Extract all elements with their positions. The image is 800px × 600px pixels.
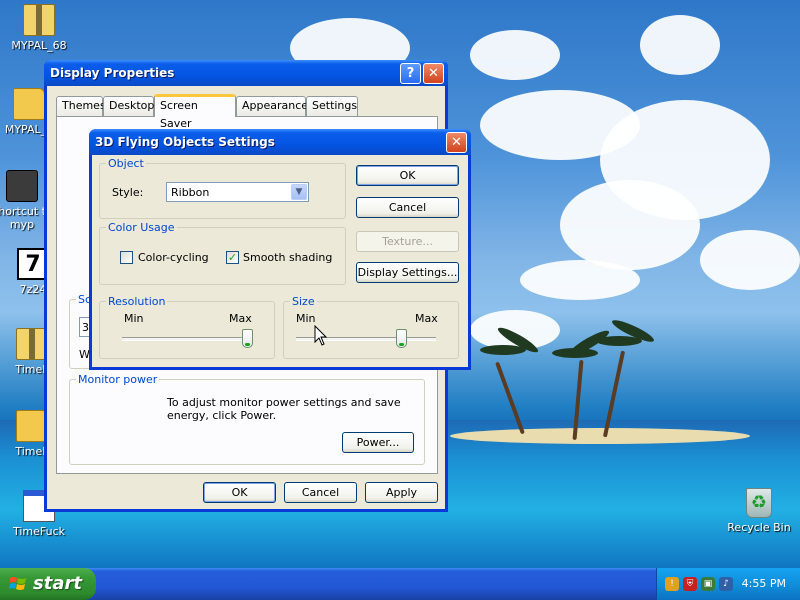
security-alert-icon[interactable]: !	[665, 577, 679, 591]
chevron-down-icon[interactable]: ▼	[291, 184, 307, 200]
desktop-icon-label: MYPAL_68	[11, 39, 67, 52]
cancel-button[interactable]: Cancel	[356, 197, 459, 218]
ok-button[interactable]: OK	[203, 482, 276, 503]
tab-desktop[interactable]: Desktop	[103, 96, 154, 116]
close-button[interactable]: ✕	[423, 62, 444, 84]
apply-button[interactable]: Apply	[365, 482, 438, 503]
size-max-label: Max	[415, 312, 438, 325]
volume-icon[interactable]: ♪	[719, 577, 733, 591]
cloud	[560, 180, 700, 270]
shortcut-icon	[6, 170, 38, 202]
monitor-power-text: To adjust monitor power settings and sav…	[167, 396, 401, 422]
power-button[interactable]: Power...	[342, 432, 414, 453]
dialog-client: Object Style: Ribbon ▼ Color Usage Color…	[92, 155, 468, 367]
title-bar[interactable]: Display Properties ? ✕	[44, 60, 448, 86]
display-settings-button[interactable]: Display Settings...	[356, 262, 459, 283]
object-legend: Object	[106, 157, 146, 170]
monitor-power-group: Monitor power To adjust monitor power se…	[69, 373, 425, 465]
mouse-cursor-icon	[314, 325, 328, 346]
color-usage-group: Color Usage Color-cycling ✓ Smooth shadi…	[99, 221, 346, 285]
tab-themes[interactable]: Themes	[56, 96, 106, 116]
resolution-group: Resolution Min Max	[99, 295, 275, 359]
cloud	[520, 260, 640, 300]
network-icon[interactable]: ▣	[701, 577, 715, 591]
desktop-icon-label: Recycle Bin	[727, 521, 791, 534]
shield-icon[interactable]: ⛨	[683, 577, 697, 591]
cloud	[470, 30, 560, 80]
size-min-label: Min	[296, 312, 316, 325]
help-button[interactable]: ?	[400, 62, 421, 84]
start-button[interactable]: start	[0, 568, 96, 600]
desktop-icon-label: TimeFuck	[12, 525, 66, 538]
dialog-title: 3D Flying Objects Settings	[95, 135, 275, 149]
resolution-min-label: Min	[124, 312, 144, 325]
resolution-max-label: Max	[229, 312, 252, 325]
tab-appearance[interactable]: Appearance	[236, 96, 308, 116]
tab-settings[interactable]: Settings	[306, 96, 358, 116]
cloud	[700, 230, 800, 290]
desktop-icon-label: 7z24	[19, 283, 47, 296]
desktop-icon[interactable]: MYPAL_68	[0, 4, 84, 52]
smooth-shading-checkbox[interactable]: ✓	[226, 251, 239, 264]
texture-button: Texture...	[356, 231, 459, 252]
ok-button[interactable]: OK	[356, 165, 459, 186]
cancel-button[interactable]: Cancel	[284, 482, 357, 503]
window-title: Display Properties	[50, 66, 175, 80]
desktop-icon[interactable]: ♻ Recycle Bin	[714, 488, 800, 534]
system-tray: ! ⛨ ▣ ♪ 4:55 PM	[656, 568, 800, 600]
object-group: Object Style: Ribbon ▼	[99, 157, 346, 219]
flying-objects-dialog: 3D Flying Objects Settings ✕ Object Styl…	[89, 129, 471, 370]
recycle-bin-icon: ♻	[746, 488, 772, 518]
monitor-power-legend: Monitor power	[76, 373, 160, 386]
resolution-slider[interactable]	[242, 329, 253, 348]
close-button[interactable]: ✕	[446, 131, 467, 153]
size-group: Size Min Max	[283, 295, 459, 359]
color-cycling-checkbox[interactable]	[120, 251, 133, 264]
color-cycling-label: Color-cycling	[138, 251, 209, 264]
resolution-track	[122, 337, 250, 341]
style-value: Ribbon	[171, 186, 210, 199]
dialog-title-bar[interactable]: 3D Flying Objects Settings ✕	[89, 129, 471, 155]
style-label: Style:	[112, 186, 144, 199]
folder-icon	[13, 88, 45, 120]
windows-flag-icon	[9, 577, 26, 590]
style-combobox[interactable]: Ribbon ▼	[166, 182, 309, 202]
start-label: start	[33, 573, 82, 594]
clock: 4:55 PM	[741, 577, 786, 590]
island	[450, 428, 750, 444]
tab-screen-saver[interactable]: Screen Saver	[154, 94, 236, 130]
cloud	[640, 15, 720, 75]
size-legend: Size	[290, 295, 317, 308]
resolution-legend: Resolution	[106, 295, 168, 308]
color-usage-legend: Color Usage	[106, 221, 177, 234]
smooth-shading-label: Smooth shading	[243, 251, 333, 264]
taskbar: start ! ⛨ ▣ ♪ 4:55 PM	[0, 568, 800, 600]
size-slider[interactable]	[396, 329, 407, 348]
zip-folder-icon	[23, 4, 55, 36]
